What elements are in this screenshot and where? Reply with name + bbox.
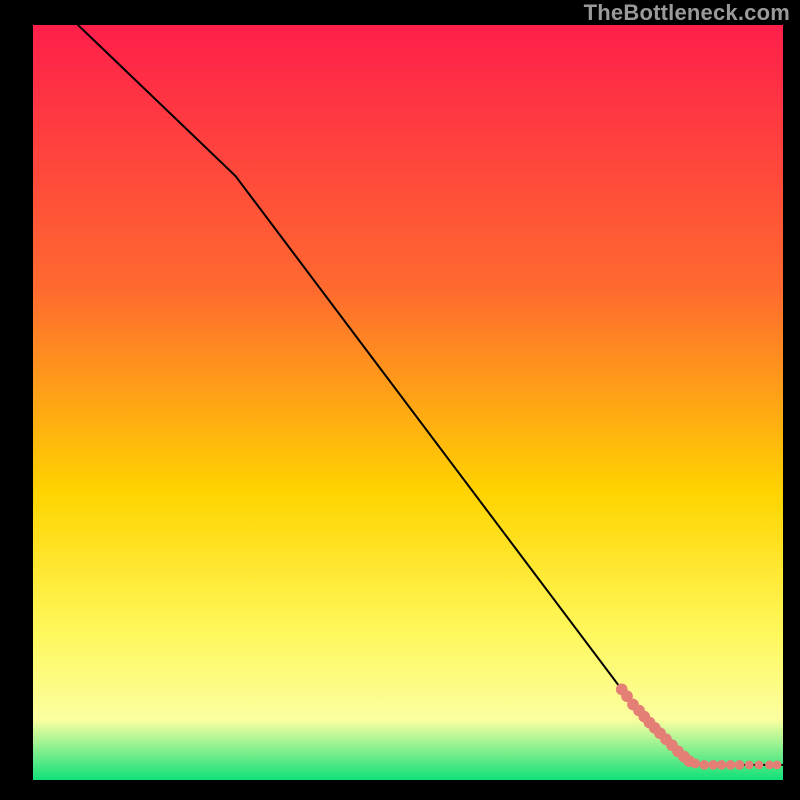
data-point xyxy=(699,760,709,770)
chart-frame: TheBottleneck.com xyxy=(0,0,800,800)
data-point xyxy=(765,761,774,770)
data-point xyxy=(755,761,764,770)
data-point xyxy=(717,760,727,770)
data-point xyxy=(773,761,782,770)
data-point xyxy=(690,759,700,769)
watermark-text: TheBottleneck.com xyxy=(584,0,790,26)
chart-svg xyxy=(33,25,783,780)
gradient-background xyxy=(33,25,783,780)
data-point xyxy=(735,760,745,770)
data-point xyxy=(726,760,736,770)
data-point xyxy=(745,761,754,770)
plot-area xyxy=(33,25,783,780)
